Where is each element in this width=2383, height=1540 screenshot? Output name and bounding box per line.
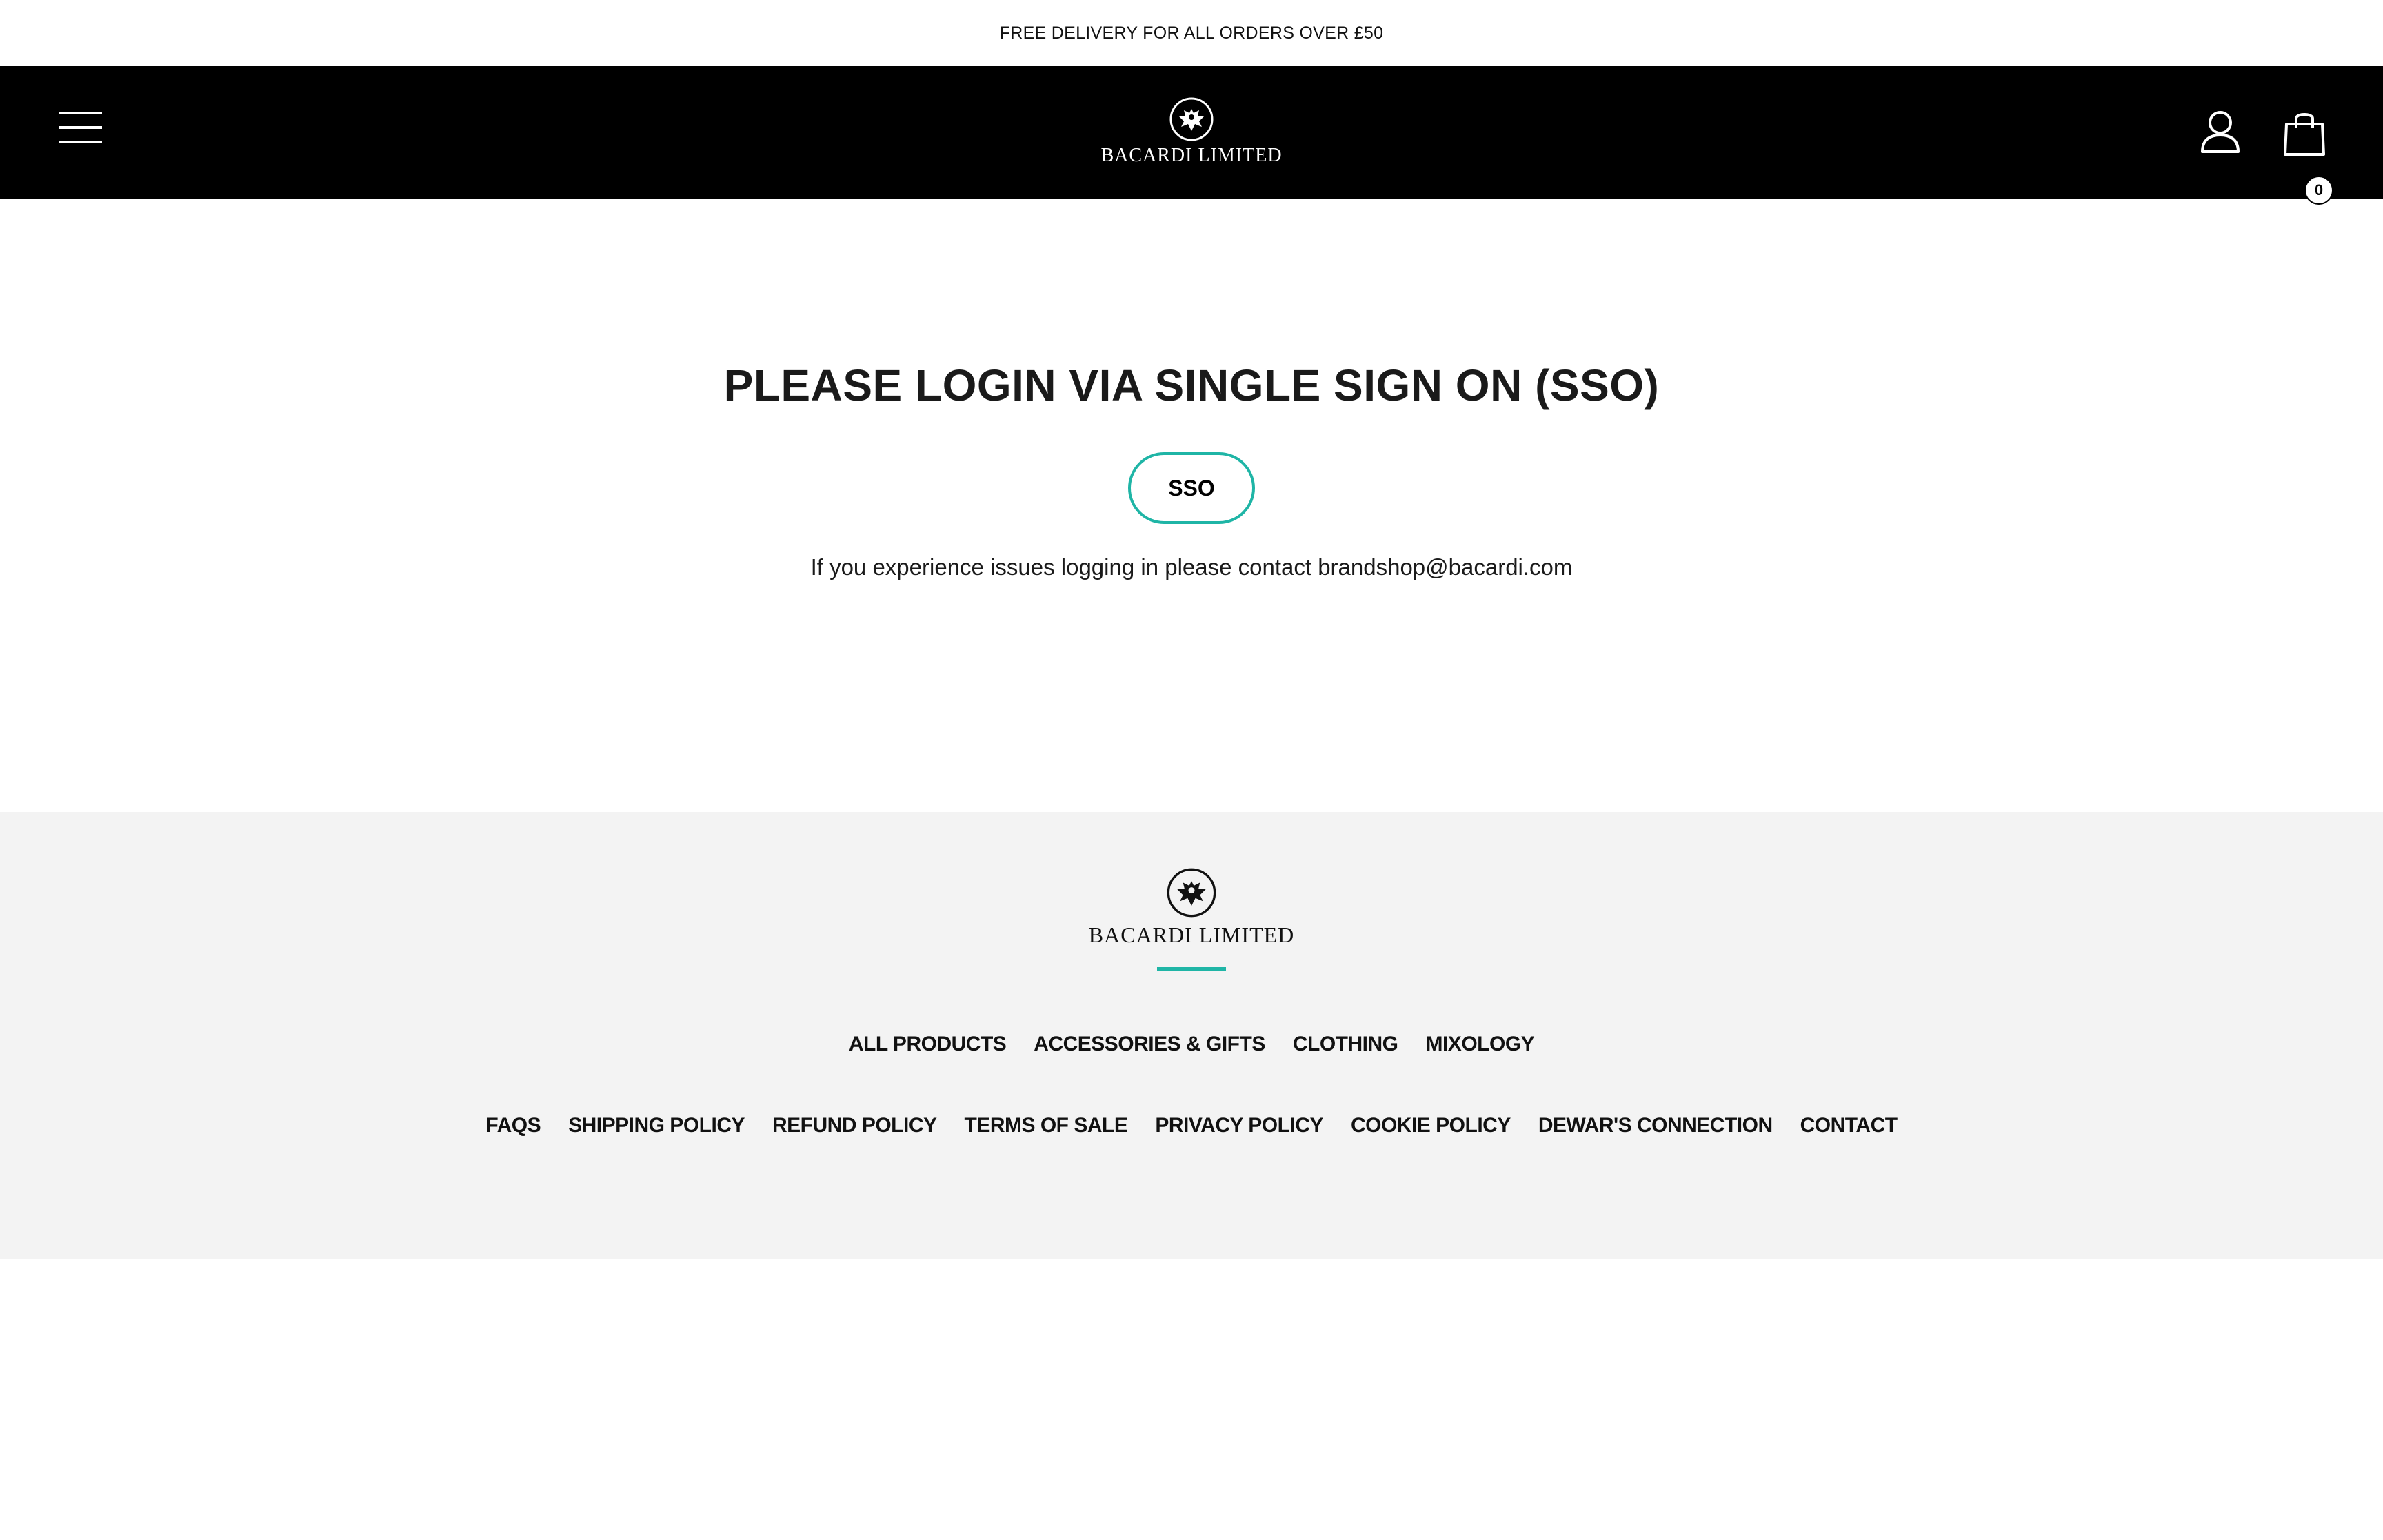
login-section: PLEASE LOGIN VIA SINGLE SIGN ON (SSO) SS…: [0, 199, 2383, 812]
header-logo[interactable]: BACARDI LIMITED: [1100, 97, 1283, 172]
footer-link-cookie-policy[interactable]: COOKIE POLICY: [1351, 1114, 1511, 1137]
footer-link-shipping-policy[interactable]: SHIPPING POLICY: [568, 1114, 745, 1137]
footer-link-privacy-policy[interactable]: PRIVACY POLICY: [1155, 1114, 1323, 1137]
shopping-bag-icon[interactable]: [2281, 109, 2331, 157]
hamburger-menu-icon[interactable]: [59, 110, 102, 145]
footer-link-terms-of-sale[interactable]: TERMS OF SALE: [965, 1114, 1128, 1137]
announcement-bar: FREE DELIVERY FOR ALL ORDERS OVER £50: [0, 0, 2383, 66]
footer-divider: [1157, 967, 1226, 971]
footer-link-all-products[interactable]: ALL PRODUCTS: [849, 1033, 1007, 1056]
footer-logo-text: BACARDI LIMITED: [1088, 922, 1295, 947]
sso-button[interactable]: SSO: [1128, 452, 1255, 524]
help-text: If you experience issues logging in plea…: [810, 554, 1573, 580]
footer-link-refund-policy[interactable]: REFUND POLICY: [772, 1114, 937, 1137]
footer-link-mixology[interactable]: MIXOLOGY: [1425, 1033, 1534, 1056]
footer-logo[interactable]: BACARDI LIMITED: [1080, 867, 1303, 948]
header-logo-text: BACARDI LIMITED: [1100, 145, 1283, 166]
page-title: PLEASE LOGIN VIA SINGLE SIGN ON (SSO): [723, 361, 1660, 410]
page-bottom-space: [0, 1259, 2383, 1540]
footer-link-contact[interactable]: CONTACT: [1800, 1114, 1898, 1137]
footer-secondary-nav: FAQS SHIPPING POLICY REFUND POLICY TERMS…: [0, 1114, 2383, 1137]
bat-logo-icon: [1169, 97, 1214, 141]
site-header: BACARDI LIMITED 0: [0, 66, 2383, 205]
footer-primary-nav: ALL PRODUCTS ACCESSORIES & GIFTS CLOTHIN…: [0, 1033, 2383, 1056]
site-footer: BACARDI LIMITED ALL PRODUCTS ACCESSORIES…: [0, 812, 2383, 1259]
announcement-text: FREE DELIVERY FOR ALL ORDERS OVER £50: [999, 23, 1384, 43]
footer-link-clothing[interactable]: CLOTHING: [1293, 1033, 1398, 1056]
bat-logo-icon: [1167, 868, 1216, 918]
footer-link-dewars-connection[interactable]: DEWAR'S CONNECTION: [1538, 1114, 1773, 1137]
footer-link-accessories-gifts[interactable]: ACCESSORIES & GIFTS: [1034, 1033, 1265, 1056]
footer-link-faqs[interactable]: FAQS: [485, 1114, 541, 1137]
user-account-icon[interactable]: [2200, 109, 2241, 154]
